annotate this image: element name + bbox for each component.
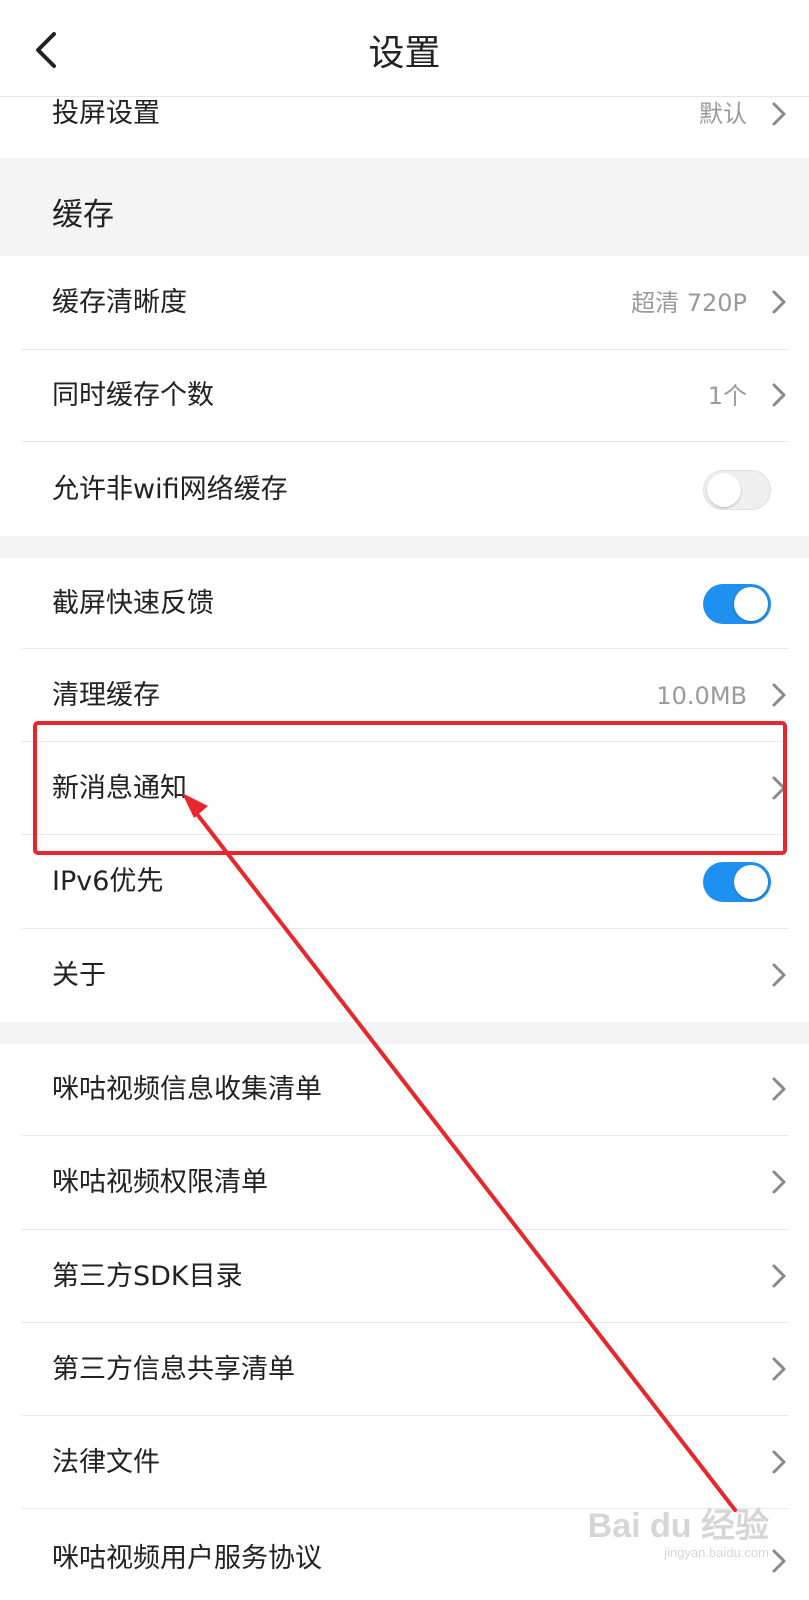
row-label: 咪咕视频用户服务协议 xyxy=(52,1543,322,1574)
section-title: 缓存 xyxy=(52,197,114,233)
row-label: 清理缓存 xyxy=(52,680,160,711)
chevron-right-icon xyxy=(772,102,786,126)
row-value: 超清 720P xyxy=(631,289,747,317)
chevron-right-icon xyxy=(772,1264,786,1288)
row-value: 默认 xyxy=(699,100,747,128)
watermark: Bai du 经验 jingyan.baidu.com xyxy=(588,1509,769,1564)
row-label: 咪咕视频权限清单 xyxy=(52,1167,268,1198)
chevron-right-icon xyxy=(772,1450,786,1474)
settings-row-permissions[interactable]: 咪咕视频权限清单 xyxy=(0,1136,809,1229)
chevron-right-icon xyxy=(772,1549,786,1573)
section-gap xyxy=(0,536,809,558)
chevron-right-icon xyxy=(772,776,786,800)
page-title: 设置 xyxy=(368,33,441,74)
chevron-right-icon xyxy=(772,1077,786,1101)
row-label: 新消息通知 xyxy=(52,773,187,804)
watermark-brand: Bai du 经验 xyxy=(587,1507,769,1546)
settings-row-clear-cache[interactable]: 清理缓存 10.0MB xyxy=(0,649,809,741)
settings-row-about[interactable]: 关于 xyxy=(0,929,809,1022)
row-label: 缓存清晰度 xyxy=(52,287,187,318)
settings-row-cache-quality[interactable]: 缓存清晰度 超清 720P xyxy=(0,256,809,349)
toggle-knob xyxy=(734,865,768,899)
settings-row-legal[interactable]: 法律文件 xyxy=(0,1416,809,1508)
row-label: 关于 xyxy=(52,960,106,991)
row-label: 允许非wifi网络缓存 xyxy=(52,474,288,505)
row-value: 10.0MB xyxy=(656,682,747,710)
toggle-knob xyxy=(734,587,768,621)
row-label: 法律文件 xyxy=(52,1447,160,1478)
settings-row-info-collection[interactable]: 咪咕视频信息收集清单 xyxy=(0,1044,809,1135)
row-label: 截屏快速反馈 xyxy=(52,588,214,619)
row-label: 第三方信息共享清单 xyxy=(52,1354,295,1385)
chevron-right-icon xyxy=(772,683,786,707)
section-gap xyxy=(0,1022,809,1044)
chevron-right-icon xyxy=(772,383,786,407)
screenshot-feedback-toggle[interactable] xyxy=(703,584,771,624)
settings-row-ipv6: IPv6优先 xyxy=(0,835,809,928)
settings-row-screenshot-feedback: 截屏快速反馈 xyxy=(0,558,809,648)
watermark-url: jingyan.baidu.com xyxy=(664,1545,769,1561)
non-wifi-cache-toggle[interactable] xyxy=(703,470,771,510)
chevron-right-icon xyxy=(772,1170,786,1194)
chevron-right-icon xyxy=(772,1357,786,1381)
row-label: 第三方SDK目录 xyxy=(52,1261,243,1292)
row-label: IPv6优先 xyxy=(52,866,164,897)
ipv6-toggle[interactable] xyxy=(703,862,771,902)
toggle-knob xyxy=(707,473,741,507)
section-header-cache: 缓存 xyxy=(0,158,809,256)
top-bar: 设置 xyxy=(0,0,809,97)
settings-row-non-wifi-cache: 允许非wifi网络缓存 xyxy=(0,442,809,536)
row-value: 1个 xyxy=(707,382,747,410)
row-label: 咪咕视频信息收集清单 xyxy=(52,1074,322,1105)
settings-row-notifications[interactable]: 新消息通知 xyxy=(0,742,809,834)
settings-row-cast[interactable]: 投屏设置 默认 xyxy=(0,96,809,158)
chevron-right-icon xyxy=(772,963,786,987)
settings-row-info-sharing[interactable]: 第三方信息共享清单 xyxy=(0,1323,809,1415)
row-label: 投屏设置 xyxy=(52,98,160,129)
settings-row-concurrent-cache[interactable]: 同时缓存个数 1个 xyxy=(0,350,809,441)
settings-row-sdk-directory[interactable]: 第三方SDK目录 xyxy=(0,1230,809,1322)
row-label: 同时缓存个数 xyxy=(52,380,214,411)
chevron-right-icon xyxy=(772,290,786,314)
